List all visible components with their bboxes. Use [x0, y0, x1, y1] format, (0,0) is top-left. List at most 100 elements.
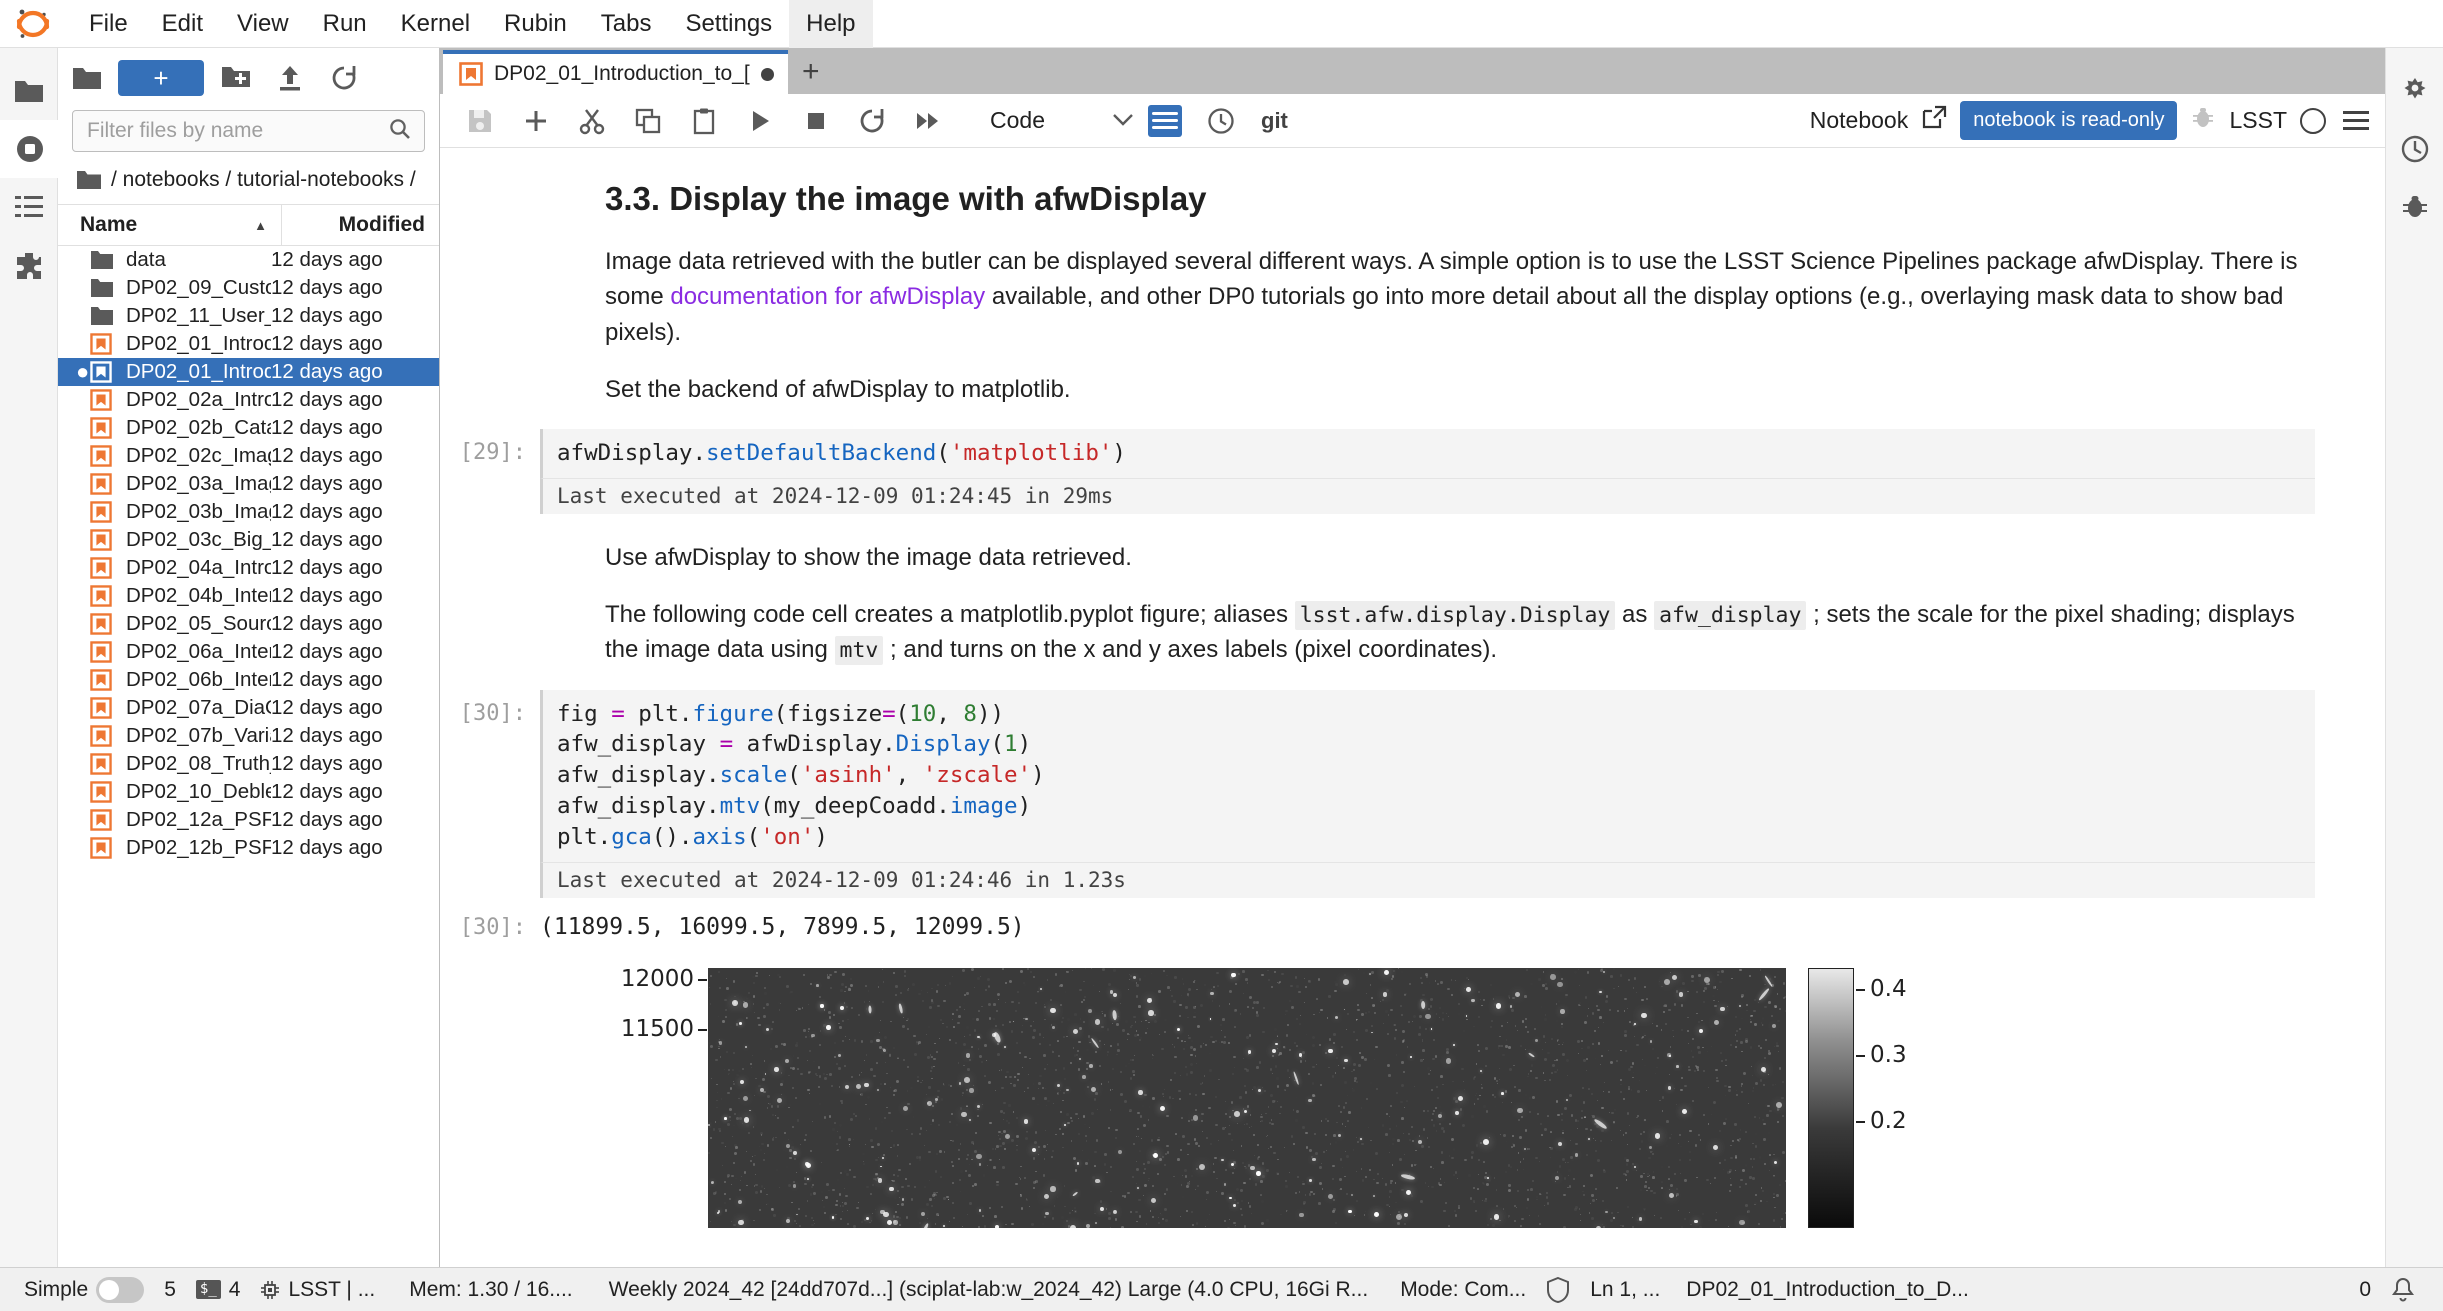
status-memory[interactable]: Mem: 1.30 / 16.... [385, 1278, 582, 1302]
sidebar-item-running-terminals[interactable] [0, 120, 58, 178]
list-item-name: DP02_06a_Interactive_I... [126, 640, 271, 664]
list-item[interactable]: DP02_02c_Image_Quer...12 days ago [58, 442, 439, 470]
restart-kernel-button[interactable] [846, 99, 898, 143]
kernels-count-label: 5 [164, 1278, 176, 1302]
status-shield[interactable] [1536, 1277, 1580, 1303]
list-item-modified: 12 days ago [271, 556, 439, 580]
list-item[interactable]: DP02_07a_DiaObject_S...12 days ago [58, 694, 439, 722]
list-item[interactable]: DP02_07b_Variable_Sta...12 days ago [58, 722, 439, 750]
code-cell-29[interactable]: [29]: afwDisplay.setDefaultBackend('matp… [440, 429, 2385, 514]
sidebar-item-file-browser[interactable] [0, 62, 58, 120]
restart-run-all-button[interactable] [902, 99, 954, 143]
status-terminals[interactable]: $_ 4 [186, 1278, 251, 1302]
tab-dirty-indicator[interactable] [761, 68, 774, 81]
kernel-name-label[interactable]: LSST [2229, 107, 2287, 134]
sidebar-item-extension-manager[interactable] [0, 236, 58, 294]
markdown-cell-heading[interactable]: 3.3. Display the image with afwDisplay I… [440, 180, 2385, 407]
list-item[interactable]: DP02_09_Custom_Coa...12 days ago [58, 274, 439, 302]
refresh-icon[interactable] [322, 60, 366, 96]
code-cell-30[interactable]: [30]: fig = plt.figure(figsize=(10, 8))a… [440, 690, 2385, 898]
cut-cells-button[interactable] [566, 99, 618, 143]
breadcrumb[interactable]: / notebooks / tutorial-notebooks / [58, 160, 439, 204]
list-item[interactable]: DP02_12b_PSF_Science...12 days ago [58, 834, 439, 862]
git-button[interactable]: git [1251, 108, 1298, 134]
list-item[interactable]: DP02_02a_Introduction...12 days ago [58, 386, 439, 414]
tab-notebook-dp02-01[interactable]: DP02_01_Introduction_to_[ [443, 50, 788, 94]
new-tab-button[interactable]: + [788, 50, 834, 94]
status-cursor-position[interactable]: Ln 1, ... [1580, 1278, 1670, 1302]
list-item[interactable]: DP02_03b_Image_Displ...12 days ago [58, 498, 439, 526]
run-cell-button[interactable] [734, 99, 786, 143]
menu-help[interactable]: Help [789, 0, 872, 48]
sidebar-item-table-of-contents[interactable] [0, 178, 58, 236]
menu-run[interactable]: Run [306, 0, 384, 48]
list-item[interactable]: DP02_01_Introduccion_...12 days ago [58, 330, 439, 358]
list-item-modified: 12 days ago [271, 416, 439, 440]
list-item[interactable]: DP02_04a_Introduction...12 days ago [58, 554, 439, 582]
list-item[interactable]: DP02_08_Truth_Tables....12 days ago [58, 750, 439, 778]
list-item[interactable]: DP02_03c_Big_deepCo...12 days ago [58, 526, 439, 554]
menu-rubin[interactable]: Rubin [487, 0, 584, 48]
save-button[interactable] [454, 99, 506, 143]
shield-icon [1546, 1277, 1570, 1303]
sliders-icon[interactable] [1139, 99, 1191, 143]
cell-type-select[interactable]: Code [990, 101, 1135, 141]
list-item[interactable]: DP02_02b_Catalog_Qu...12 days ago [58, 414, 439, 442]
file-list[interactable]: data12 days agoDP02_09_Custom_Coa...12 d… [58, 246, 439, 1267]
search-input-wrapper[interactable] [72, 110, 425, 152]
list-item[interactable]: DP02_04b_Intermediat...12 days ago [58, 582, 439, 610]
menu-kernel[interactable]: Kernel [384, 0, 487, 48]
status-notebook-name[interactable]: DP02_01_Introduction_to_D... [1670, 1278, 1979, 1302]
code-token: = [882, 701, 896, 727]
list-item[interactable]: DP02_03a_Image_Displ...12 days ago [58, 470, 439, 498]
list-item[interactable]: DP02_06b_Interactive_...12 days ago [58, 666, 439, 694]
list-item[interactable]: DP02_11_User_Packages12 days ago [58, 302, 439, 330]
column-header-modified[interactable]: Modified [281, 205, 439, 245]
menu-file[interactable]: File [72, 0, 145, 48]
insert-cell-button[interactable] [510, 99, 562, 143]
debugger-icon[interactable] [2386, 178, 2443, 236]
list-item-modified: 12 days ago [271, 668, 439, 692]
bell-icon[interactable] [2381, 1277, 2425, 1303]
code-editor-30[interactable]: fig = plt.figure(figsize=(10, 8))afw_dis… [540, 690, 2315, 862]
copy-cells-button[interactable] [622, 99, 674, 143]
column-header-name[interactable]: Name ▲ [58, 213, 281, 237]
status-simple-mode[interactable]: Simple [14, 1277, 154, 1303]
menu-settings[interactable]: Settings [668, 0, 789, 48]
code-editor-29[interactable]: afwDisplay.setDefaultBackend('matplotlib… [540, 429, 2315, 478]
hamburger-icon[interactable] [2339, 107, 2373, 134]
notebook-scroll-panel[interactable]: 3.3. Display the image with afwDisplay I… [440, 148, 2385, 1267]
list-item-modified: 12 days ago [271, 304, 439, 328]
list-item-modified: 12 days ago [271, 444, 439, 468]
new-folder-icon[interactable] [214, 60, 258, 96]
list-item[interactable]: DP02_12a_PSF_Data_Pr...12 days ago [58, 806, 439, 834]
new-launcher-button[interactable]: + [118, 60, 204, 96]
list-item[interactable]: ●DP02_01_Introduction_...12 days ago [58, 358, 439, 386]
paste-cells-button[interactable] [678, 99, 730, 143]
code-line: afw_display.mtv(my_deepCoadd.image) [557, 791, 2315, 822]
status-mode[interactable]: Mode: Com... [1378, 1278, 1536, 1302]
interrupt-kernel-button[interactable] [790, 99, 842, 143]
readonly-badge[interactable]: notebook is read-only [1960, 101, 2177, 140]
menu-view[interactable]: View [220, 0, 306, 48]
status-image-info[interactable]: Weekly 2024_42 [24dd707d...] (sciplat-la… [583, 1278, 1379, 1302]
list-item[interactable]: data12 days ago [58, 246, 439, 274]
afwdisplay-doc-link[interactable]: documentation for afwDisplay [670, 283, 985, 310]
status-kernel-info[interactable]: LSST | ... [250, 1278, 385, 1302]
history-icon[interactable] [2386, 120, 2443, 178]
list-item[interactable]: DP02_06a_Interactive_I...12 days ago [58, 638, 439, 666]
external-link-icon[interactable] [1921, 105, 1947, 136]
list-item[interactable]: DP02_05_Source_Dete...12 days ago [58, 610, 439, 638]
clock-icon[interactable] [1195, 99, 1247, 143]
property-inspector-icon[interactable] [2386, 62, 2443, 120]
search-input[interactable] [85, 118, 388, 144]
menu-tabs[interactable]: Tabs [584, 0, 669, 48]
menu-edit[interactable]: Edit [145, 0, 220, 48]
markdown-cell-use-afwdisplay[interactable]: Use afwDisplay to show the image data re… [440, 520, 2385, 668]
bug-icon[interactable] [2190, 105, 2216, 136]
list-item[interactable]: DP02_10_Deblender_Da...12 days ago [58, 778, 439, 806]
simple-mode-toggle[interactable] [96, 1277, 144, 1303]
status-kernels-count[interactable]: 5 [154, 1278, 186, 1302]
kernel-idle-circle-icon[interactable] [2300, 108, 2326, 134]
upload-icon[interactable] [268, 60, 312, 96]
